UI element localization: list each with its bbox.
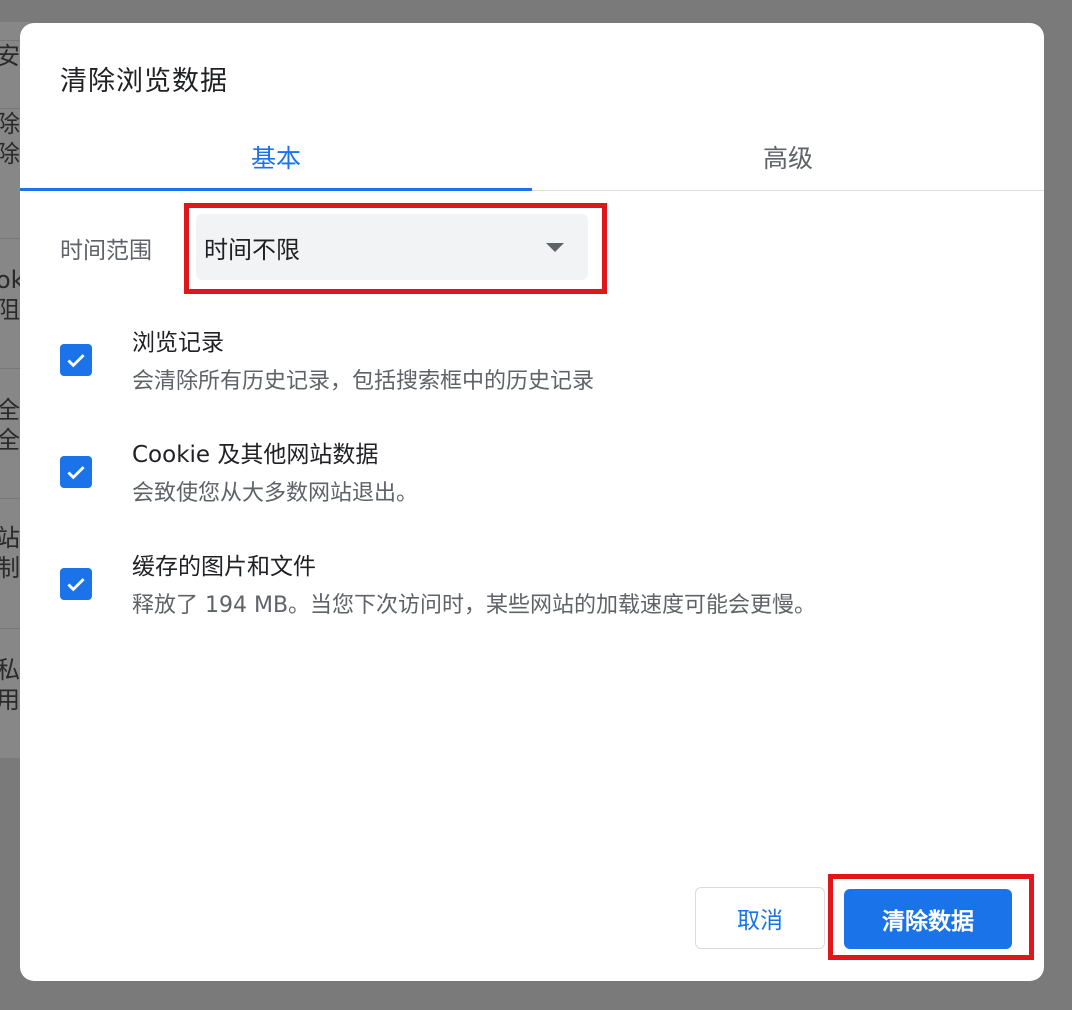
checkmark-icon bbox=[67, 466, 85, 480]
dialog-title: 清除浏览数据 bbox=[60, 66, 228, 97]
tab-advanced[interactable]: 高级 bbox=[532, 123, 1044, 191]
checkmark-icon bbox=[67, 354, 85, 368]
browsing-history-checkbox[interactable] bbox=[60, 344, 92, 376]
tab-selected-indicator bbox=[20, 188, 532, 191]
tab-bar: 基本 高级 bbox=[20, 123, 1044, 191]
option-description: 释放了 194 MB。当您下次访问时，某些网站的加载速度可能会更慢。 bbox=[132, 593, 817, 618]
clear-browsing-data-dialog: 清除浏览数据 基本 高级 时间范围 时间不限 浏览记录 会清除所有历史记录，包括… bbox=[20, 23, 1044, 981]
option-browsing-history: 浏览记录 会清除所有历史记录，包括搜索框中的历史记录 bbox=[60, 323, 1000, 409]
cancel-button[interactable]: 取消 bbox=[695, 887, 825, 949]
option-title: 浏览记录 bbox=[132, 330, 224, 356]
time-range-highlight-box bbox=[184, 203, 607, 294]
option-description: 会致使您从大多数网站退出。 bbox=[132, 481, 419, 506]
option-cookies: Cookie 及其他网站数据 会致使您从大多数网站退出。 bbox=[60, 435, 1000, 521]
option-title: 缓存的图片和文件 bbox=[132, 554, 316, 580]
checkmark-icon bbox=[67, 578, 85, 592]
time-range-label: 时间范围 bbox=[60, 238, 152, 264]
clear-button-highlight-box bbox=[828, 874, 1034, 960]
option-description: 会清除所有历史记录，包括搜索框中的历史记录 bbox=[132, 369, 595, 394]
cache-checkbox[interactable] bbox=[60, 568, 92, 600]
cookies-checkbox[interactable] bbox=[60, 456, 92, 488]
option-cached-images: 缓存的图片和文件 释放了 194 MB。当您下次访问时，某些网站的加载速度可能会… bbox=[60, 547, 1000, 633]
option-title: Cookie 及其他网站数据 bbox=[132, 442, 379, 468]
tab-basic[interactable]: 基本 bbox=[20, 123, 532, 191]
